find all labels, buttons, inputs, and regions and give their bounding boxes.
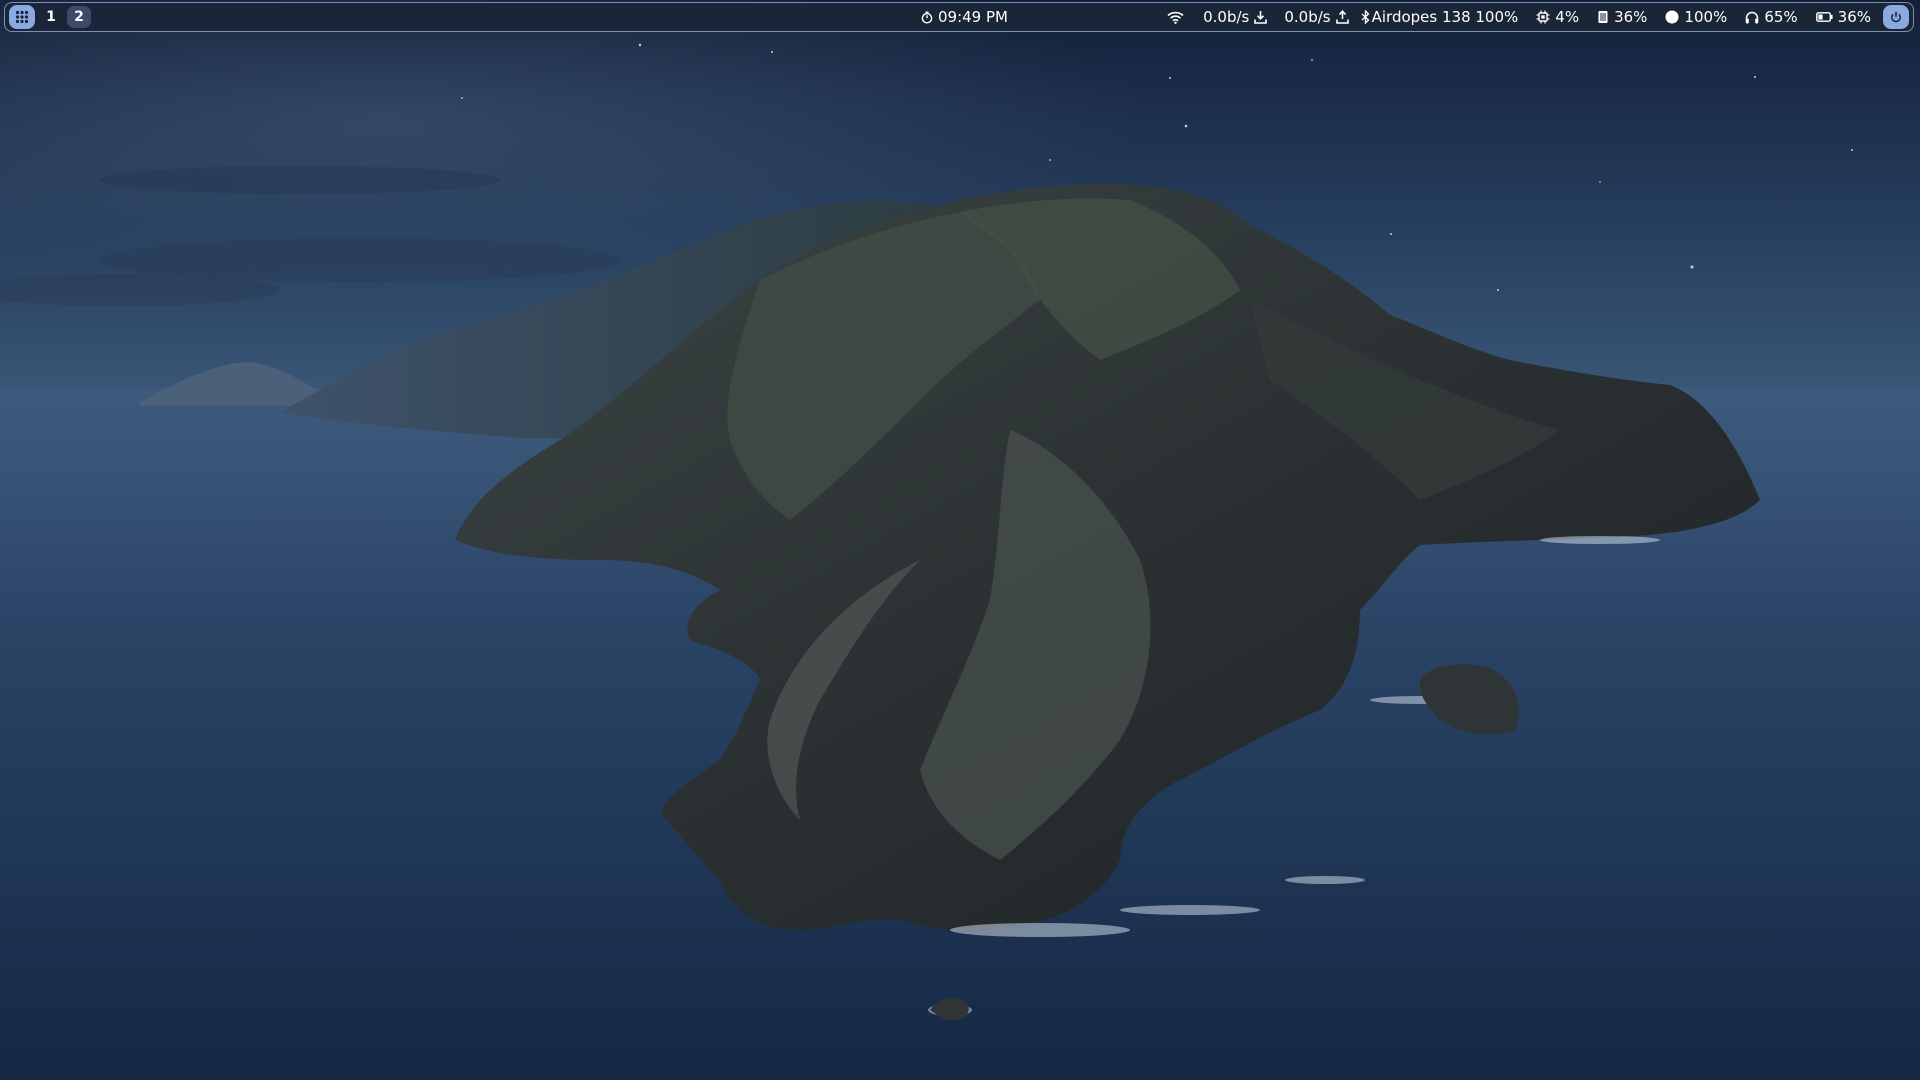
memory-usage: 36%	[1614, 8, 1648, 26]
network-upload-speed: 0.0b/s	[1284, 8, 1331, 26]
bluetooth-icon	[1361, 10, 1370, 24]
battery-module[interactable]: 36%	[1815, 8, 1871, 26]
headphones-icon	[1746, 11, 1759, 23]
cpu-icon	[1536, 10, 1550, 24]
cpu-usage: 4%	[1555, 8, 1580, 26]
app-launcher-button[interactable]	[9, 5, 35, 29]
wifi-icon	[1167, 11, 1184, 24]
brightness-level: 100%	[1684, 8, 1728, 26]
battery-level: 36%	[1837, 8, 1871, 26]
power-button[interactable]	[1883, 5, 1909, 29]
volume-module[interactable]: 65%	[1745, 8, 1798, 26]
grid-icon	[15, 10, 29, 24]
brightness-icon	[1665, 10, 1679, 24]
bluetooth-device-status: Airdopes 138 100%	[1371, 8, 1519, 26]
power-icon	[1891, 11, 1901, 23]
cpu-module[interactable]: 4%	[1536, 8, 1579, 26]
bluetooth-module[interactable]: Airdopes 138 100%	[1361, 8, 1519, 26]
download-icon	[1254, 11, 1268, 24]
wallpaper	[0, 0, 1920, 1080]
top-bar: 1 2 09:49 PM 0.0b/s 0.0b/s Airdopes 138 …	[4, 2, 1914, 32]
clock-time: 09:49 PM	[938, 8, 1008, 26]
workspace-2-button[interactable]: 2	[67, 6, 91, 28]
upload-icon	[1335, 10, 1349, 24]
clock[interactable]: 09:49 PM	[921, 3, 1008, 31]
timer-icon	[921, 11, 933, 23]
volume-level: 65%	[1764, 8, 1798, 26]
network-module[interactable]: 0.0b/s 0.0b/s	[1167, 8, 1349, 26]
desktop: 1 2 09:49 PM 0.0b/s 0.0b/s Airdopes 138 …	[0, 0, 1920, 1080]
memory-module[interactable]: 36%	[1597, 8, 1647, 26]
workspace-group: 1 2	[9, 3, 91, 31]
brightness-module[interactable]: 100%	[1665, 8, 1727, 26]
workspace-1-button[interactable]: 1	[39, 6, 63, 28]
network-download-speed: 0.0b/s	[1203, 8, 1250, 26]
battery-icon	[1815, 12, 1833, 22]
memory-icon	[1598, 11, 1608, 23]
status-modules: 0.0b/s 0.0b/s Airdopes 138 100% 4% 36% 1…	[1167, 3, 1909, 31]
